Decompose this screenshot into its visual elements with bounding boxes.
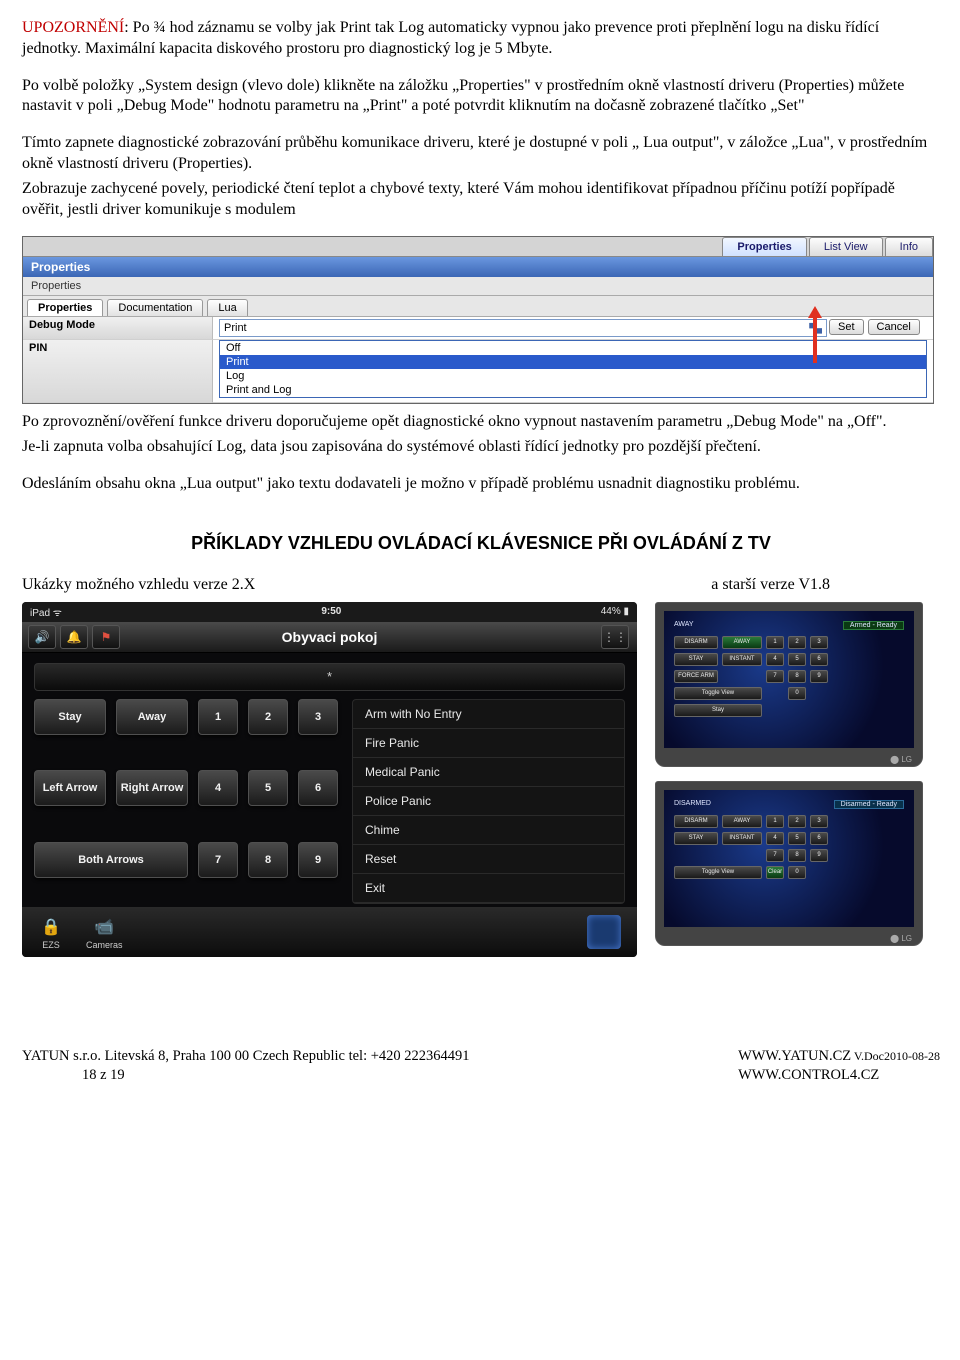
control4-logo-icon[interactable]	[587, 915, 621, 949]
warning-paragraph: UPOZORNĚNÍ: Po ¾ hod záznamu se volby ja…	[22, 18, 940, 60]
page-footer: YATUN s.r.o. Litevská 8, Praha 100 00 Cz…	[22, 1047, 940, 1086]
ipad-keypad-screenshot: iPad ᯤ 9:50 44% ▮ 🔊 🔔 ⚑ Obyvaci pokoj ⋮⋮…	[22, 602, 637, 957]
panel-subtitle: Properties	[23, 277, 933, 296]
debug-mode-select[interactable]: Print ▀▄	[219, 319, 827, 337]
ipad-dock: 🔒 EZS 📹 Cameras	[22, 907, 637, 957]
debug-mode-dropdown[interactable]: Off Print Log Print and Log	[219, 340, 927, 398]
row-label-debug-mode: Debug Mode	[23, 317, 213, 340]
tab-info[interactable]: Info	[885, 237, 933, 256]
subtab-properties[interactable]: Properties	[27, 299, 103, 316]
key-left-arrow[interactable]: Left Arrow	[34, 770, 106, 806]
menu-fire-panic[interactable]: Fire Panic	[353, 729, 624, 758]
lg-logo: ⬤ LG	[890, 755, 912, 764]
properties-panel-screenshot: Properties List View Info Properties Pro…	[22, 236, 934, 404]
keypad-display: *	[34, 663, 625, 691]
key-5[interactable]: 5	[248, 770, 288, 806]
tab-list-view[interactable]: List View	[809, 237, 883, 256]
top-tabbar: Properties List View Info	[23, 237, 933, 257]
subtab-lua[interactable]: Lua	[207, 299, 247, 316]
key-stay[interactable]: Stay	[34, 699, 106, 735]
monitor1-grid: DISARM AWAY 1 2 3 STAY INSTANT 4 5 6 FOR…	[674, 636, 904, 717]
subtab-documentation[interactable]: Documentation	[107, 299, 203, 316]
key-8[interactable]: 8	[248, 842, 288, 878]
caption-right: a starší verze V1.8	[711, 576, 830, 594]
key-6[interactable]: 6	[298, 770, 338, 806]
key-right-arrow[interactable]: Right Arrow	[116, 770, 188, 806]
menu-arm-no-entry[interactable]: Arm with No Entry	[353, 700, 624, 729]
menu-reset[interactable]: Reset	[353, 845, 624, 874]
key-9[interactable]: 9	[298, 842, 338, 878]
monitor-disarmed-screenshot: DISARMED Disarmed - Ready DISARM AWAY 1 …	[655, 781, 923, 946]
room-title: Obyvaci pokoj	[282, 629, 378, 645]
lg-logo: ⬤ LG	[890, 934, 912, 943]
cancel-button[interactable]: Cancel	[868, 319, 920, 335]
menu-police-panic[interactable]: Police Panic	[353, 787, 624, 816]
properties-grid: Debug Mode Print ▀▄ Set Cancel PIN Off P…	[23, 317, 933, 403]
keypad-icon[interactable]: ⋮⋮	[601, 625, 629, 649]
action-menu: Arm with No Entry Fire Panic Medical Pan…	[352, 699, 625, 904]
key-7[interactable]: 7	[198, 842, 238, 878]
keypad-grid: Stay Away 1 2 3 Left Arrow Right Arrow 4…	[34, 699, 338, 904]
menu-chime[interactable]: Chime	[353, 816, 624, 845]
paragraph: Po zprovoznění/ověření funkce driveru do…	[22, 412, 940, 458]
bell-icon[interactable]: 🔔	[60, 625, 88, 649]
option-off[interactable]: Off	[220, 341, 926, 355]
option-print-and-log[interactable]: Print and Log	[220, 383, 926, 397]
key-both-arrows[interactable]: Both Arrows	[34, 842, 188, 878]
sub-tabbar: Properties Documentation Lua	[23, 296, 933, 317]
key-3[interactable]: 3	[298, 699, 338, 735]
alert-icon[interactable]: ⚑	[92, 625, 120, 649]
menu-exit[interactable]: Exit	[353, 874, 624, 903]
option-log[interactable]: Log	[220, 369, 926, 383]
set-button[interactable]: Set	[829, 319, 864, 335]
dock-ezs[interactable]: 🔒 EZS	[38, 914, 64, 950]
ipad-status-bar: iPad ᯤ 9:50 44% ▮	[22, 602, 637, 622]
key-away[interactable]: Away	[116, 699, 188, 735]
ipad-topbar: 🔊 🔔 ⚑ Obyvaci pokoj ⋮⋮	[22, 622, 637, 653]
caption-left: Ukázky možného vzhledu verze 2.X	[22, 576, 255, 594]
paragraph: Tímto zapnete diagnostické zobrazování p…	[22, 133, 940, 220]
lock-icon: 🔒	[38, 914, 64, 940]
row-label-pin: PIN	[23, 340, 213, 403]
monitor2-grid: DISARM AWAY 1 2 3 STAY INSTANT 4 5 6 7 8…	[674, 815, 904, 879]
tab-properties[interactable]: Properties	[722, 237, 806, 256]
monitor-armed-screenshot: AWAY Armed - Ready DISARM AWAY 1 2 3 STA…	[655, 602, 923, 767]
key-1[interactable]: 1	[198, 699, 238, 735]
panel-title: Properties	[23, 257, 933, 277]
paragraph: Odesláním obsahu okna „Lua output" jako …	[22, 474, 940, 495]
camera-icon: 📹	[91, 914, 117, 940]
warning-label: UPOZORNĚNÍ	[22, 19, 124, 36]
callout-arrow-icon	[813, 309, 817, 363]
key-4[interactable]: 4	[198, 770, 238, 806]
section-heading: PŘÍKLADY VZHLEDU OVLÁDACÍ KLÁVESNICE PŘI…	[22, 533, 940, 554]
paragraph: Po volbě položky „System design (vlevo d…	[22, 76, 940, 118]
option-print[interactable]: Print	[220, 355, 926, 369]
dock-cameras[interactable]: 📹 Cameras	[86, 914, 123, 950]
key-2[interactable]: 2	[248, 699, 288, 735]
speaker-icon[interactable]: 🔊	[28, 625, 56, 649]
menu-medical-panic[interactable]: Medical Panic	[353, 758, 624, 787]
